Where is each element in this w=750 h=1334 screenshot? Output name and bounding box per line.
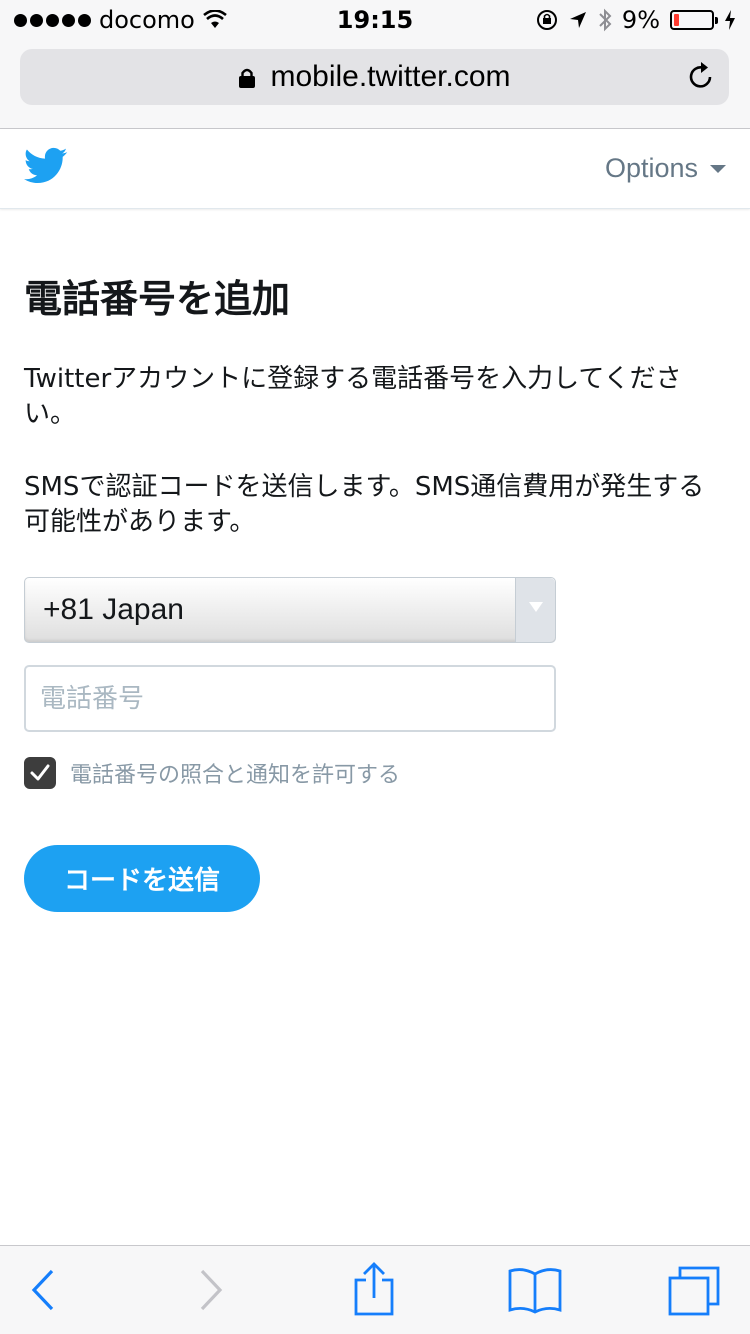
- country-code-select[interactable]: +81 Japan: [24, 577, 556, 643]
- phone-number-input[interactable]: [24, 665, 556, 732]
- forward-chevron-icon[interactable]: [198, 1268, 224, 1312]
- orientation-lock-icon: [536, 10, 557, 30]
- consent-row: 電話番号の照合と通知を許可する: [24, 757, 400, 789]
- url-text: mobile.twitter.com: [270, 60, 511, 93]
- browser-chrome-top: docomo 19:15 9% mobile.twitter.com: [0, 0, 750, 129]
- consent-checkbox[interactable]: [24, 757, 56, 789]
- description-sms: SMSで認証コードを送信します。SMS通信費用が発生する可能性があります。: [24, 472, 705, 537]
- send-code-button[interactable]: コードを送信: [24, 845, 260, 912]
- checkmark-icon: [30, 764, 50, 781]
- consent-label: 電話番号の照合と通知を許可する: [70, 763, 401, 788]
- location-arrow-icon: [569, 12, 586, 28]
- reload-icon[interactable]: [687, 61, 715, 91]
- page-title: 電話番号を追加: [24, 277, 291, 321]
- battery-percent: 9%: [621, 6, 660, 34]
- twitter-bird-icon[interactable]: [24, 147, 68, 185]
- bookmarks-book-icon[interactable]: [508, 1266, 562, 1314]
- status-bar: docomo 19:15 9%: [0, 0, 750, 40]
- share-icon[interactable]: [352, 1262, 396, 1316]
- select-arrow: [515, 578, 555, 642]
- options-label: Options: [604, 153, 698, 183]
- back-chevron-icon[interactable]: [30, 1268, 56, 1312]
- options-menu[interactable]: Options: [605, 153, 726, 184]
- country-code-value: +81 Japan: [43, 593, 184, 626]
- lock-icon: [239, 68, 256, 89]
- tabs-icon[interactable]: [668, 1266, 720, 1316]
- site-header: Options: [0, 129, 750, 209]
- bluetooth-icon: [599, 8, 612, 32]
- address-bar[interactable]: mobile.twitter.com: [20, 49, 729, 105]
- charging-bolt-icon: [725, 10, 735, 30]
- description-account: Twitterアカウントに登録する電話番号を入力してください。: [24, 364, 682, 429]
- browser-toolbar: [0, 1245, 750, 1334]
- battery-icon: [670, 10, 718, 30]
- caret-down-icon: [710, 164, 726, 173]
- dropdown-triangle-icon: [528, 602, 543, 612]
